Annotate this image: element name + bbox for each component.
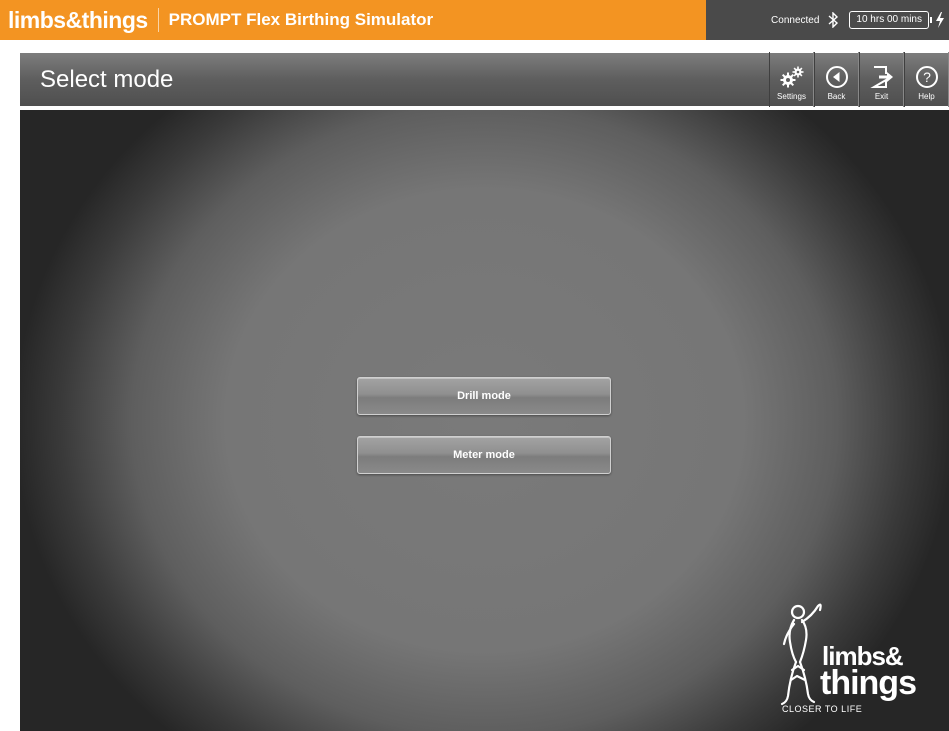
status-bar: Connected 10 hrs 00 mins: [706, 0, 949, 40]
page-title: Select mode: [40, 65, 174, 93]
help-label: Help: [918, 92, 935, 101]
back-button[interactable]: Back: [814, 52, 859, 107]
help-button[interactable]: ? Help: [904, 52, 949, 107]
connection-status: Connected: [771, 14, 820, 26]
back-icon: [825, 66, 848, 88]
battery-indicator: 10 hrs 00 mins: [849, 11, 932, 29]
charging-icon: [936, 12, 944, 28]
mode-selection-area: Drill mode Meter mode limbs& things CLOS…: [20, 110, 949, 731]
svg-text:?: ?: [923, 69, 931, 85]
battery-nub: [930, 17, 932, 23]
gear-icon: [780, 66, 803, 88]
limbs-and-things-logo: limbs& things CLOSER TO LIFE: [778, 600, 918, 720]
app-top-bar: limbs&things PROMPT Flex Birthing Simula…: [0, 0, 949, 40]
brand-bar: limbs&things PROMPT Flex Birthing Simula…: [0, 0, 706, 40]
bluetooth-icon: [828, 12, 839, 28]
exit-label: Exit: [874, 92, 889, 101]
meter-mode-button[interactable]: Meter mode: [357, 436, 611, 474]
logo-tagline: CLOSER TO LIFE: [782, 704, 863, 714]
settings-label: Settings: [777, 92, 806, 101]
help-icon: ?: [915, 66, 938, 88]
brand-logo-text: limbs&things: [8, 8, 159, 32]
back-label: Back: [827, 92, 846, 101]
exit-icon: [869, 66, 893, 88]
exit-button[interactable]: Exit: [859, 52, 904, 107]
app-title: PROMPT Flex Birthing Simulator: [168, 10, 434, 29]
drill-mode-button[interactable]: Drill mode: [357, 377, 611, 415]
page-header: Select mode Settings Back Exit ? Help: [20, 52, 949, 108]
battery-time: 10 hrs 00 mins: [849, 11, 929, 29]
settings-button[interactable]: Settings: [769, 52, 814, 107]
logo-word-things: things: [820, 664, 917, 702]
